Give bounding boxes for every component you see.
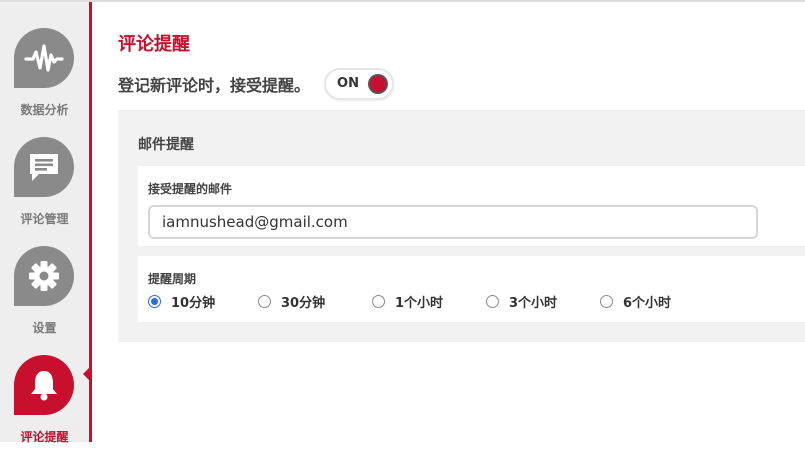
period-option-6h[interactable]: 6个小时 [600, 292, 700, 311]
sidebar-item-analytics[interactable]: 数据分析 [0, 14, 89, 122]
page-title: 评论提醒 [118, 34, 190, 55]
toggle-label: ON [337, 76, 359, 91]
active-indicator-caret [83, 367, 90, 381]
gear-icon [14, 246, 74, 306]
period-label: 提醒周期 [148, 272, 197, 286]
notify-toggle[interactable]: ON [324, 68, 395, 100]
notify-row: 登记新评论时，接受提醒。 ON [118, 68, 395, 100]
comment-icon [14, 137, 74, 197]
email-card: 接受提醒的邮件 [138, 166, 805, 246]
radio-button[interactable] [600, 295, 613, 308]
main-content: 评论提醒 登记新评论时，接受提醒。 ON 邮件提醒 接受提醒的邮件 提醒周期 1… [118, 2, 805, 442]
radio-button[interactable] [372, 295, 385, 308]
sidebar-item-comment-alerts[interactable]: 评论提醒 [0, 341, 89, 449]
period-option-3h[interactable]: 3个小时 [486, 292, 600, 311]
radio-button[interactable] [148, 295, 161, 308]
email-input[interactable] [148, 205, 758, 239]
email-alert-panel: 邮件提醒 接受提醒的邮件 提醒周期 10分钟 30分钟 1个小时 [118, 110, 805, 342]
radio-label: 10分钟 [171, 296, 216, 311]
sidebar-item-label: 评论管理 [20, 212, 69, 226]
period-option-30min[interactable]: 30分钟 [258, 292, 372, 311]
email-label: 接受提醒的邮件 [148, 182, 233, 196]
radio-label: 1个小时 [395, 296, 444, 311]
period-card: 提醒周期 10分钟 30分钟 1个小时 3个小时 6个小时 [138, 256, 805, 322]
sidebar-item-comments[interactable]: 评论管理 [0, 123, 89, 231]
radio-button[interactable] [258, 295, 271, 308]
panel-title: 邮件提醒 [138, 137, 194, 153]
radio-button[interactable] [486, 295, 499, 308]
period-option-10min[interactable]: 10分钟 [148, 292, 258, 311]
sidebar-item-label: 数据分析 [20, 103, 69, 117]
notify-description: 登记新评论时，接受提醒。 [118, 76, 311, 95]
sidebar: 数据分析 评论管理 设置 评论提醒 [0, 2, 90, 444]
radio-label: 3个小时 [509, 296, 558, 311]
sidebar-item-label: 设置 [32, 321, 57, 335]
radio-label: 6个小时 [623, 296, 672, 311]
period-radio-group: 10分钟 30分钟 1个小时 3个小时 6个小时 [148, 292, 700, 311]
analytics-pulse-icon [14, 28, 74, 88]
toggle-knob [368, 74, 389, 94]
radio-label: 30分钟 [281, 296, 326, 311]
period-option-1h[interactable]: 1个小时 [372, 292, 486, 311]
sidebar-item-label: 评论提醒 [20, 430, 69, 444]
sidebar-item-settings[interactable]: 设置 [0, 232, 89, 340]
bell-icon [14, 355, 74, 415]
